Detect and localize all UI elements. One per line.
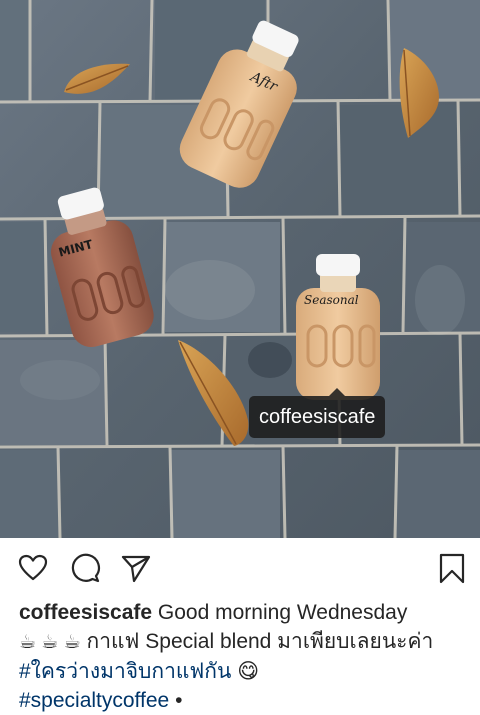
coffee-cup-emojis: ☕ ☕ ☕ — [19, 632, 81, 653]
speech-bubble-icon — [71, 553, 101, 583]
heart-outline-icon — [18, 554, 48, 581]
photo-canvas: Aftr MINT Seasonal — [0, 0, 480, 538]
share-button[interactable] — [120, 552, 152, 584]
yum-emoji: 😋 — [237, 660, 260, 683]
svg-text:Seasonal: Seasonal — [304, 293, 359, 307]
comment-button[interactable] — [69, 552, 101, 584]
hashtag-link[interactable]: #ใครว่างมาจิบกาแฟกัน — [19, 660, 231, 683]
paper-plane-icon — [121, 555, 151, 583]
bookmark-outline-icon — [439, 553, 465, 584]
action-bar — [0, 538, 480, 598]
post-photo[interactable]: Aftr MINT Seasonal coffeesiscafe — [0, 0, 480, 538]
caption-text-line2: กาแฟ Special blend มาเพียบเลยนะค่า — [86, 630, 434, 653]
post-caption: coffeesiscafe Good morning Wednesday ☕ ☕… — [19, 598, 464, 715]
caption-username[interactable]: coffeesiscafe — [19, 601, 152, 624]
save-button[interactable] — [436, 552, 468, 584]
caption-text-line1: Good morning Wednesday — [157, 601, 408, 624]
hashtag-link[interactable]: #specialtycoffee — [19, 689, 169, 712]
user-tag[interactable]: coffeesiscafe — [249, 388, 386, 438]
like-button[interactable] — [17, 552, 49, 584]
caption-trailing-dot: • — [175, 689, 183, 712]
